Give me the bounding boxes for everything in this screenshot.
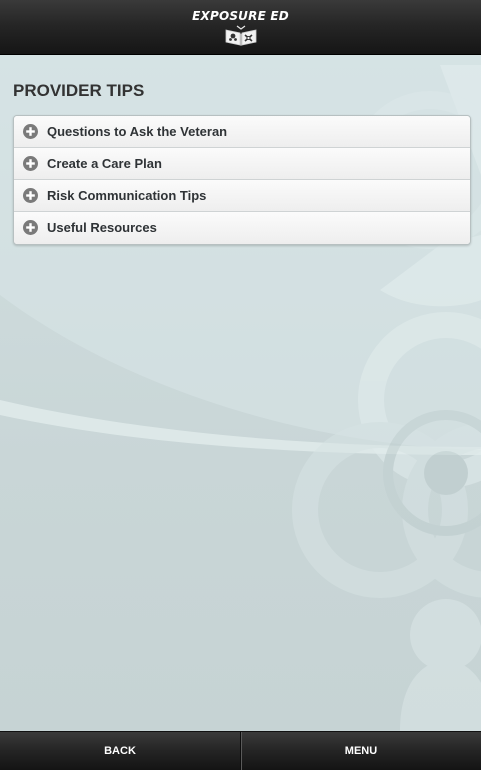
- accordion-item-questions[interactable]: Questions to Ask the Veteran: [14, 116, 470, 148]
- bottom-nav-bar: BACK MENU: [0, 731, 481, 770]
- accordion-label: Useful Resources: [47, 220, 157, 235]
- app-screen: EXPOSURE ED PROVIDER TIPS Questions to A…: [0, 0, 481, 770]
- accordion-label: Risk Communication Tips: [47, 188, 207, 203]
- accordion-item-useful-resources[interactable]: Useful Resources: [14, 212, 470, 244]
- accordion-label: Create a Care Plan: [47, 156, 162, 171]
- menu-button[interactable]: MENU: [241, 732, 481, 770]
- accordion-item-care-plan[interactable]: Create a Care Plan: [14, 148, 470, 180]
- page-title: PROVIDER TIPS: [13, 81, 145, 100]
- provider-tips-accordion: Questions to Ask the Veteran Create a Ca…: [13, 115, 471, 245]
- plus-circle-icon: [23, 220, 38, 235]
- plus-circle-icon: [23, 188, 38, 203]
- accordion-item-risk-communication[interactable]: Risk Communication Tips: [14, 180, 470, 212]
- accordion-label: Questions to Ask the Veteran: [47, 124, 228, 139]
- app-header: EXPOSURE ED: [0, 0, 481, 55]
- content-area: PROVIDER TIPS Questions to Ask the Veter…: [0, 55, 481, 731]
- back-button[interactable]: BACK: [0, 732, 240, 770]
- app-logo-text: EXPOSURE ED: [192, 9, 289, 23]
- open-book-icon: [225, 25, 257, 46]
- plus-circle-icon: [23, 124, 38, 139]
- plus-circle-icon: [23, 156, 38, 171]
